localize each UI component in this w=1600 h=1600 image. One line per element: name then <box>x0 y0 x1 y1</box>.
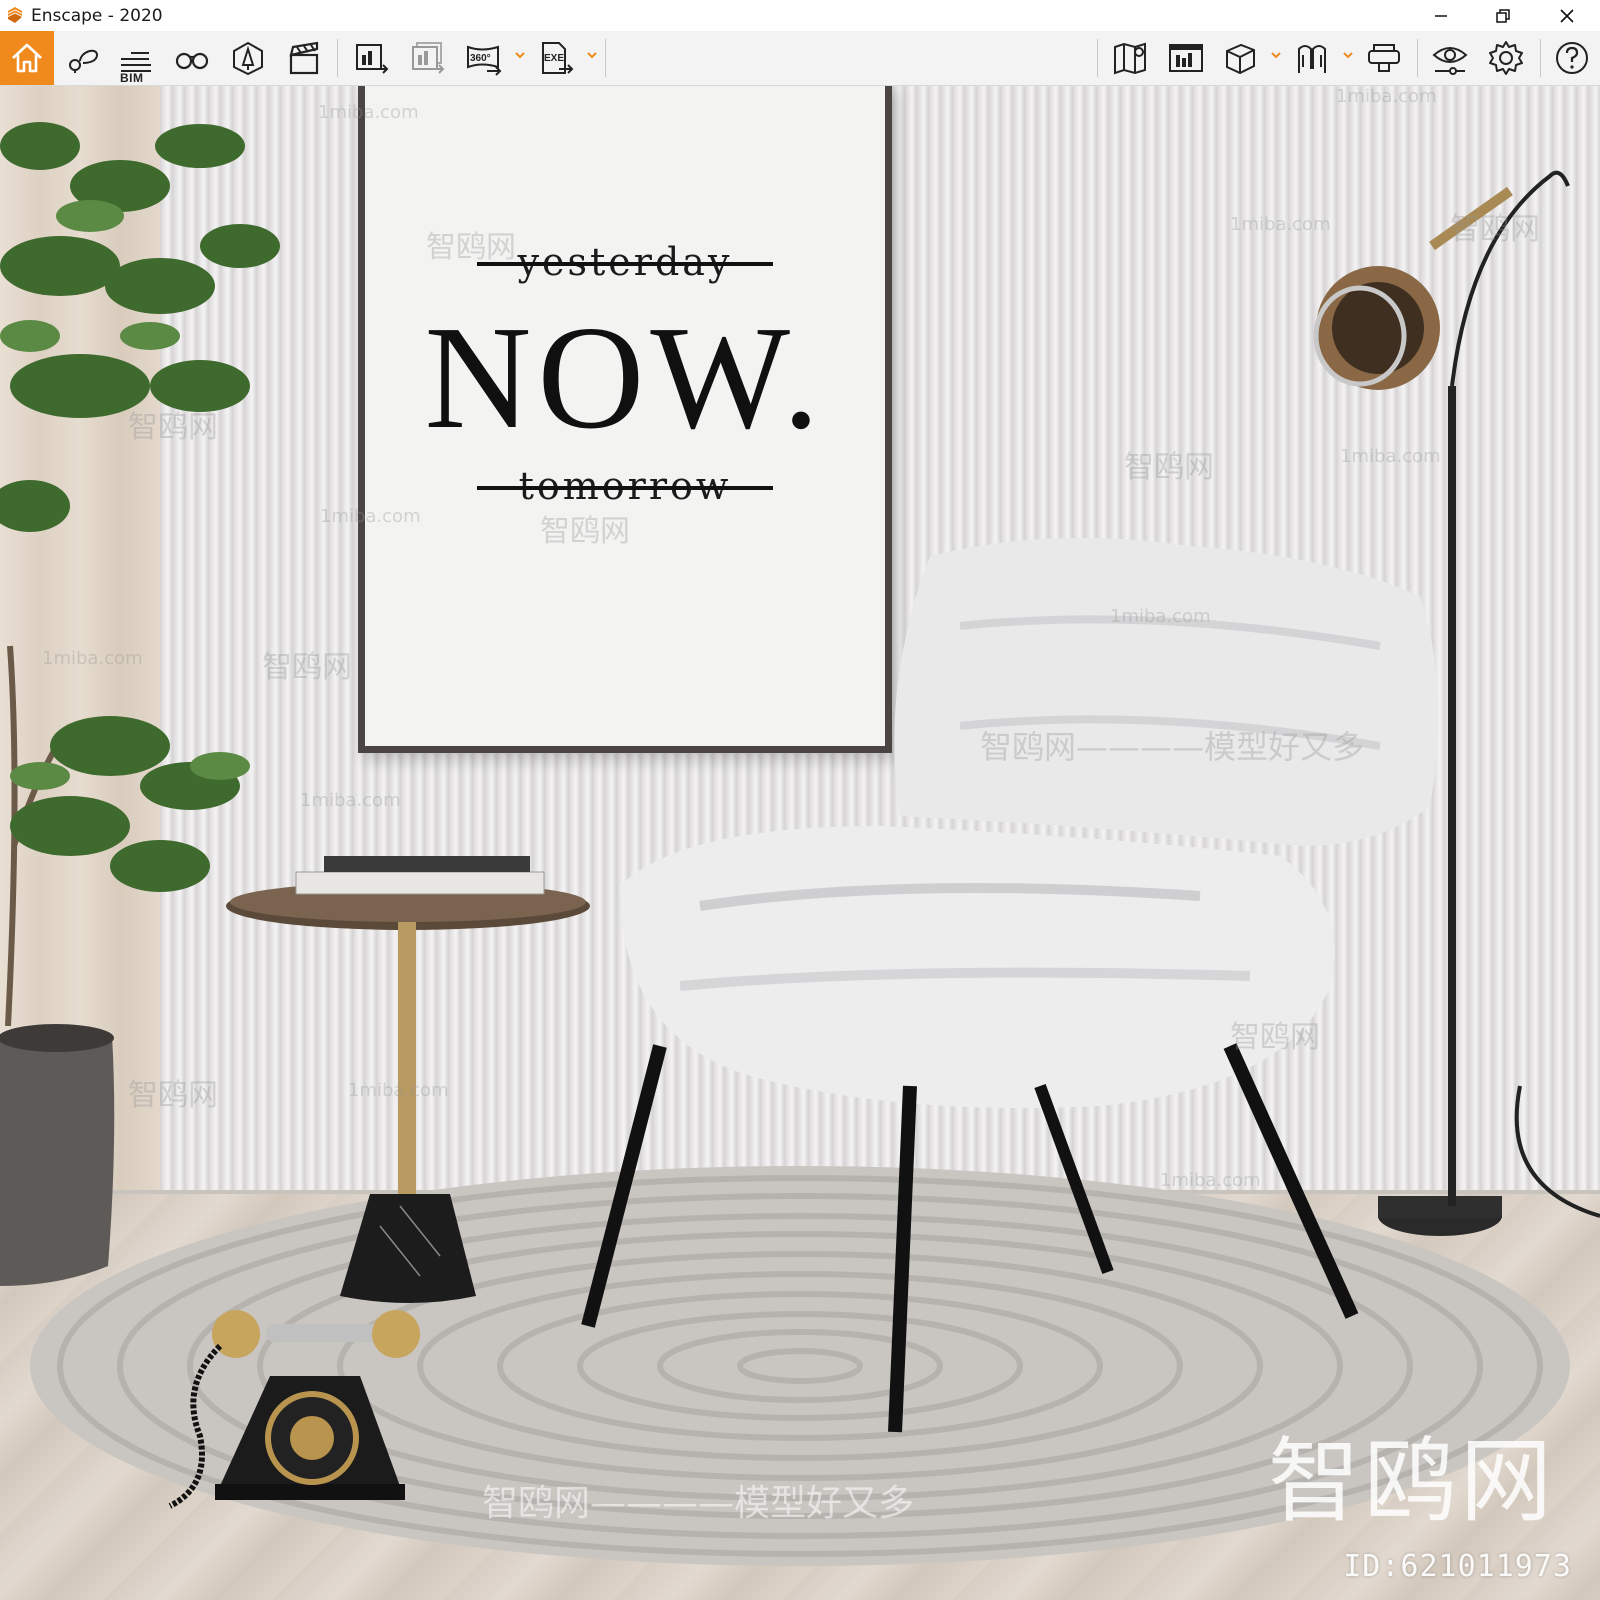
chevron-down-icon[interactable] <box>586 49 598 61</box>
watermark-brand-large: 智鸥网 <box>1267 1428 1556 1535</box>
visual-settings-button[interactable] <box>1428 36 1472 80</box>
help-button[interactable] <box>1550 36 1594 80</box>
screenshot-manager-button[interactable] <box>1164 36 1208 80</box>
chevron-down-icon[interactable] <box>514 49 526 61</box>
vr-button[interactable] <box>1290 36 1334 80</box>
close-button[interactable] <box>1544 0 1590 31</box>
binoculars-icon <box>175 52 209 70</box>
batch-render-icon <box>412 42 445 74</box>
chevron-down-icon[interactable] <box>1270 49 1282 61</box>
video-editor-button[interactable] <box>282 36 326 80</box>
settings-gear-icon <box>1489 41 1523 75</box>
close-icon <box>1560 8 1574 23</box>
clapperboard-icon <box>289 41 319 75</box>
watermark-site: 1miba.com <box>300 790 401 811</box>
watermark-brand: 智鸥网 <box>262 650 352 685</box>
visual-settings-icon <box>1432 47 1468 75</box>
scene-objects <box>0 122 1600 1566</box>
watermark-brand: 智鸥网 <box>128 410 218 445</box>
toolbar-separator <box>1417 39 1418 77</box>
watermark-brand: 智鸥网 <box>1450 212 1540 247</box>
watermark-brand: 智鸥网 <box>426 230 516 265</box>
watermark-site: 1miba.com <box>42 648 143 669</box>
assets-icon <box>233 41 263 76</box>
collaborate-icon <box>1368 44 1400 72</box>
bim-label: BIM <box>120 71 144 85</box>
toolbar-separator <box>1097 39 1098 77</box>
settings-button[interactable] <box>1484 36 1528 80</box>
help-icon <box>1556 42 1588 74</box>
watermark-slogan: 智鸥网————模型好又多 <box>482 1483 915 1524</box>
watermark-site: 1miba.com <box>318 102 419 123</box>
title-bar: Enscape - 2020 <box>0 0 1600 32</box>
watermark-id: ID:621011973 <box>1343 1549 1572 1584</box>
watermark-site: 1miba.com <box>1340 446 1441 467</box>
watermark-brand: 智鸥网 <box>128 1078 218 1113</box>
watermark-brand: 智鸥网 <box>540 514 630 549</box>
watermark-site: 1miba.com <box>348 1080 449 1101</box>
watermark-site: 1miba.com <box>1336 86 1437 107</box>
views-button[interactable] <box>60 36 104 80</box>
toolbar-separator <box>1540 39 1541 77</box>
restore-icon <box>1496 8 1510 23</box>
watermark-site: 1miba.com <box>320 506 421 527</box>
binoculars-button[interactable] <box>170 36 214 80</box>
enscape-toolbar: BIM 360° EXE <box>0 31 1600 109</box>
vr-headset-icon <box>1298 45 1326 73</box>
watermark-site: 1miba.com <box>1230 214 1331 235</box>
watermark-site: 1miba.com <box>1160 1170 1261 1191</box>
batch-render-button[interactable] <box>406 36 450 80</box>
minimize-button[interactable] <box>1418 0 1464 31</box>
enscape-logo-icon <box>8 7 22 23</box>
watermark-brand: 智鸥网 <box>1124 450 1214 485</box>
screenshot-manager-icon <box>1169 44 1203 72</box>
view-cube-button[interactable] <box>1218 36 1262 80</box>
watermark-site: 1miba.com <box>1110 606 1211 627</box>
home-button[interactable] <box>0 31 54 85</box>
window-title: Enscape - 2020 <box>31 6 163 26</box>
render-image-button[interactable] <box>350 36 394 80</box>
assets-button[interactable] <box>226 36 270 80</box>
toolbar-separator <box>337 39 338 77</box>
panorama-label: 360° <box>470 53 491 64</box>
toolbar-separator <box>605 39 606 77</box>
watermark-brand: 智鸥网 <box>1230 1020 1320 1055</box>
views-icon <box>69 49 99 73</box>
watermark-slogan: 智鸥网————模型好又多 <box>980 728 1365 766</box>
minimize-icon <box>1435 14 1447 17</box>
collaborate-button[interactable] <box>1362 36 1406 80</box>
chevron-down-icon[interactable] <box>1342 49 1354 61</box>
map-button[interactable] <box>1108 36 1152 80</box>
restore-button[interactable] <box>1480 0 1526 31</box>
render-image-icon <box>356 44 389 74</box>
render-viewport[interactable]: yesterday NOW. tomorrow 1miba.com 1miba.… <box>0 86 1600 1600</box>
cube-icon <box>1226 43 1255 75</box>
home-icon <box>12 43 42 73</box>
export-exe-label: EXE <box>544 53 565 64</box>
map-icon <box>1114 42 1146 75</box>
